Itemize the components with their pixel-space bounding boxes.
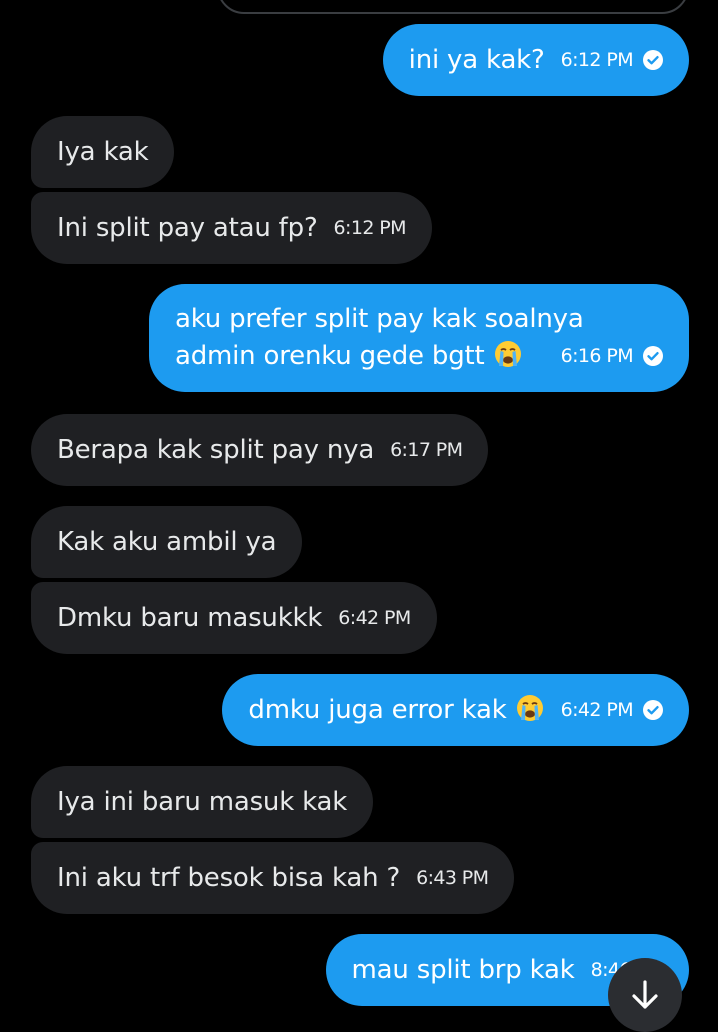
scroll-to-bottom-button[interactable]	[608, 958, 682, 1032]
loudly-crying-face-icon	[516, 695, 543, 721]
message-text-line: admin orenku gede bgtt	[175, 338, 523, 375]
message-time: 6:43 PM	[416, 867, 489, 889]
message-text: Iya ini baru masuk kak	[57, 787, 348, 817]
message-text: Dmku baru masukkk	[57, 603, 323, 633]
message-time: 6:42 PM	[338, 607, 411, 629]
message-outgoing[interactable]: aku prefer split pay kak soalnya admin o…	[149, 284, 689, 392]
message-time: 6:17 PM	[390, 439, 463, 461]
read-check-icon	[643, 700, 663, 720]
message-incoming[interactable]: Iya ini baru masuk kak	[31, 766, 374, 838]
arrow-down-icon	[632, 980, 658, 1009]
message-outgoing[interactable]: ini ya kak? 6:12 PM	[382, 24, 689, 96]
message-text: Iya kak	[57, 137, 149, 167]
message-time: 6:12 PM	[560, 49, 634, 71]
read-check-icon	[643, 346, 663, 366]
previous-message-edge	[217, 0, 689, 14]
message-text: mau split brp kak	[351, 955, 575, 985]
message-incoming[interactable]: Iya kak	[31, 116, 175, 188]
message-text: ini ya kak?	[408, 45, 545, 75]
message-text: Ini aku trf besok bisa kah ?	[57, 863, 401, 893]
loudly-crying-face-icon	[494, 341, 521, 367]
message-time: 6:42 PM	[560, 699, 634, 721]
message-time: 6:16 PM	[560, 345, 634, 367]
read-check-icon	[643, 50, 663, 70]
message-incoming[interactable]: Dmku baru masukkk 6:42 PM	[31, 582, 437, 654]
message-incoming[interactable]: Kak aku ambil ya	[31, 506, 303, 578]
message-text: Kak aku ambil ya	[57, 527, 277, 557]
message-text: dmku juga error kak	[248, 695, 507, 725]
message-incoming[interactable]: Ini aku trf besok bisa kah ? 6:43 PM	[31, 842, 515, 914]
message-time: 6:12 PM	[333, 217, 407, 239]
message-text: Ini split pay atau fp?	[57, 213, 318, 243]
message-text: Berapa kak split pay nya	[57, 435, 375, 465]
message-incoming[interactable]: Berapa kak split pay nya 6:17 PM	[31, 414, 489, 486]
message-incoming[interactable]: Ini split pay atau fp? 6:12 PM	[31, 192, 432, 264]
message-text-line: aku prefer split pay kak soalnya	[175, 304, 584, 334]
message-outgoing[interactable]: dmku juga error kak 6:42 PM	[222, 674, 689, 746]
